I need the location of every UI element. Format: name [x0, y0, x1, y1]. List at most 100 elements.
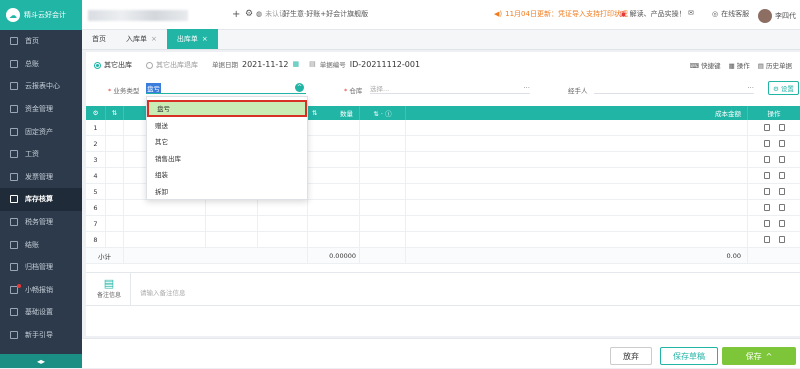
- copy-icon[interactable]: [778, 220, 785, 227]
- cancel-button[interactable]: 放弃: [610, 347, 652, 365]
- delete-icon[interactable]: [763, 188, 770, 195]
- tab-outbound[interactable]: 出库单 ×: [166, 29, 218, 49]
- grid-cell[interactable]: [406, 168, 748, 183]
- gear-icon[interactable]: ⚙: [245, 9, 253, 19]
- row-actions[interactable]: [748, 232, 800, 247]
- grid-cell[interactable]: [124, 200, 206, 215]
- row-actions[interactable]: [748, 120, 800, 135]
- grid-cell[interactable]: [406, 184, 748, 199]
- calendar-icon[interactable]: ▦: [293, 60, 300, 68]
- grid-cell[interactable]: [308, 120, 360, 135]
- sidebar-item-8[interactable]: 税务管理: [0, 211, 82, 234]
- grid-cell[interactable]: [360, 184, 406, 199]
- grid-cell[interactable]: [406, 136, 748, 151]
- grid-cell[interactable]: [406, 216, 748, 231]
- more-icon[interactable]: ···: [747, 84, 754, 92]
- table-row[interactable]: 7: [86, 216, 800, 232]
- grid-cell[interactable]: [308, 232, 360, 247]
- grid-cell[interactable]: [106, 184, 124, 199]
- delete-icon[interactable]: [763, 236, 770, 243]
- table-row[interactable]: 6: [86, 200, 800, 216]
- copy-icon[interactable]: [778, 172, 785, 179]
- grid-cell[interactable]: [406, 152, 748, 167]
- row-actions[interactable]: [748, 136, 800, 151]
- grid-cell[interactable]: [124, 232, 206, 247]
- sidebar-item-5[interactable]: 工资: [0, 143, 82, 166]
- dropdown-option[interactable]: 销售出库: [147, 150, 307, 167]
- grid-cell[interactable]: [360, 216, 406, 231]
- dropdown-option[interactable]: 组装: [147, 166, 307, 183]
- delete-icon[interactable]: [763, 220, 770, 227]
- sidebar-item-1[interactable]: 总账: [0, 53, 82, 76]
- row-actions[interactable]: [748, 200, 800, 215]
- sidebar-item-2[interactable]: 云报表中心: [0, 75, 82, 98]
- grid-cell[interactable]: [308, 216, 360, 231]
- sort-icon[interactable]: ⇅: [106, 106, 124, 120]
- grid-cell[interactable]: [106, 232, 124, 247]
- dropdown-option[interactable]: 拆卸: [147, 183, 307, 200]
- shortcut-link[interactable]: ⌨ 快捷键: [690, 60, 721, 70]
- more-icon[interactable]: ···: [523, 84, 530, 92]
- copy-icon[interactable]: [778, 204, 785, 211]
- grid-cell[interactable]: [308, 168, 360, 183]
- close-icon[interactable]: ×: [151, 35, 157, 43]
- copy-icon[interactable]: [778, 188, 785, 195]
- save-button[interactable]: 保存 ^: [722, 347, 796, 365]
- grid-cell[interactable]: [106, 136, 124, 151]
- chevron-up-icon[interactable]: ^: [766, 352, 773, 361]
- radio-other-outbound-return[interactable]: 其它出库退库: [146, 60, 198, 70]
- operate-link[interactable]: ▦ 操作: [729, 60, 750, 70]
- biz-type-select[interactable]: 盘亏 ^: [146, 82, 306, 94]
- doc-no-value[interactable]: ID-20211112-001: [350, 60, 420, 69]
- copy-icon[interactable]: [778, 140, 785, 147]
- grid-cell[interactable]: [360, 200, 406, 215]
- settings-button[interactable]: ⚙ 设置: [768, 81, 799, 95]
- add-icon[interactable]: +: [232, 9, 240, 20]
- grid-cell[interactable]: [308, 200, 360, 215]
- grid-cell[interactable]: [258, 216, 308, 231]
- chevron-up-icon[interactable]: ^: [295, 83, 304, 92]
- sidebar-item-4[interactable]: 固定资产: [0, 120, 82, 143]
- user-menu[interactable]: 李四代: [758, 9, 796, 23]
- grid-cell[interactable]: [308, 136, 360, 151]
- delete-icon[interactable]: [763, 156, 770, 163]
- dropdown-option[interactable]: 其它: [147, 133, 307, 150]
- gear-icon[interactable]: ⚙: [86, 106, 106, 120]
- grid-cell[interactable]: [206, 216, 258, 231]
- copy-icon[interactable]: [778, 124, 785, 131]
- table-row[interactable]: 8: [86, 232, 800, 248]
- online-service[interactable]: ◎ 在线客服: [712, 9, 749, 19]
- dropdown-option[interactable]: 盘亏: [147, 100, 307, 117]
- sidebar-item-10[interactable]: 归档管理: [0, 256, 82, 279]
- sidebar-item-13[interactable]: 新手引导: [0, 324, 82, 347]
- grid-cell[interactable]: [406, 232, 748, 247]
- grid-cell[interactable]: [106, 216, 124, 231]
- tab-home[interactable]: 首页: [82, 29, 116, 49]
- handler-select[interactable]: ···: [594, 82, 754, 94]
- close-icon[interactable]: ×: [202, 35, 208, 43]
- update-notice[interactable]: ◀) 11月04日更新：凭证导入支持打印状况: [494, 9, 628, 19]
- grid-cell[interactable]: [258, 232, 308, 247]
- remark-input[interactable]: 请输入备注信息: [140, 287, 186, 297]
- delete-icon[interactable]: [763, 124, 770, 131]
- sidebar-item-11[interactable]: 小畅报销: [0, 279, 82, 302]
- date-value[interactable]: 2021-11-12: [242, 60, 289, 69]
- grid-cell[interactable]: [360, 120, 406, 135]
- delete-icon[interactable]: [763, 204, 770, 211]
- sort-icon[interactable]: ⇅: [312, 109, 317, 117]
- sidebar-item-3[interactable]: 资金管理: [0, 98, 82, 121]
- promo-link[interactable]: ▣ 解读、产品实操！: [620, 9, 686, 19]
- unverified-badge[interactable]: ◍ 未认证: [256, 9, 286, 19]
- upgrade-links[interactable]: 好生意·好账+好会计旗舰版: [283, 9, 368, 19]
- grid-cell[interactable]: [106, 152, 124, 167]
- grid-cell[interactable]: [206, 232, 258, 247]
- history-link[interactable]: ▤ 历史单据: [758, 60, 792, 70]
- delete-icon[interactable]: [763, 172, 770, 179]
- grid-cell[interactable]: [360, 168, 406, 183]
- grid-cell[interactable]: [406, 120, 748, 135]
- grid-cell[interactable]: [308, 184, 360, 199]
- radio-other-outbound[interactable]: 其它出库: [94, 60, 132, 70]
- save-draft-button[interactable]: 保存草稿: [660, 347, 718, 365]
- grid-cell[interactable]: [124, 216, 206, 231]
- grid-cell[interactable]: [308, 152, 360, 167]
